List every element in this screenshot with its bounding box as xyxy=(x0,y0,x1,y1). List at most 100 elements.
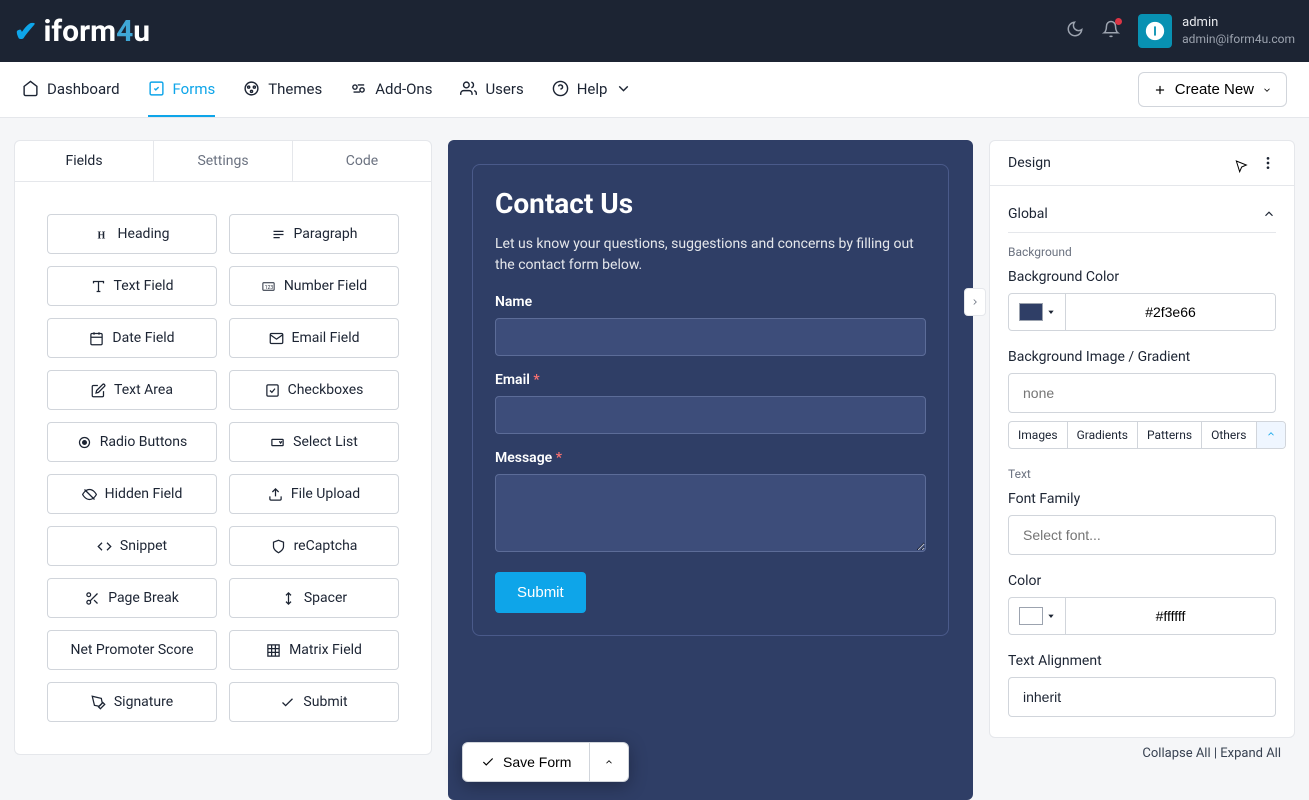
chip-others[interactable]: Others xyxy=(1202,422,1256,448)
left-tabs: Fields Settings Code xyxy=(15,141,431,182)
field-fileupload[interactable]: File Upload xyxy=(229,474,399,514)
form-title: Contact Us xyxy=(495,187,926,220)
svg-text:H: H xyxy=(97,230,105,241)
fields-grid: HHeading Paragraph Text Field 123Number … xyxy=(15,182,431,754)
background-section-label: Background xyxy=(1008,245,1276,259)
bg-source-tabs: Images Gradients Patterns Others xyxy=(1008,421,1286,449)
field-snippet[interactable]: Snippet xyxy=(47,526,217,566)
textcolor-picker[interactable] xyxy=(1009,598,1066,634)
bgimage-label: Background Image / Gradient xyxy=(1008,349,1276,365)
input-name[interactable] xyxy=(495,318,926,356)
field-heading[interactable]: HHeading xyxy=(47,214,217,254)
logo-check-icon: ✔ xyxy=(14,15,37,48)
field-checkboxes[interactable]: Checkboxes xyxy=(229,370,399,410)
input-email[interactable] xyxy=(495,396,926,434)
input-message[interactable] xyxy=(495,474,926,552)
font-select[interactable] xyxy=(1008,515,1276,555)
bgcolor-picker[interactable] xyxy=(1009,294,1066,330)
design-panel-header: Design xyxy=(990,141,1294,186)
align-select[interactable] xyxy=(1008,677,1276,717)
chevron-right-icon xyxy=(970,297,980,307)
field-spacer[interactable]: Spacer xyxy=(229,578,399,618)
save-bar: Save Form xyxy=(462,742,629,782)
form-canvas: Contact Us Let us know your questions, s… xyxy=(448,140,973,800)
bgcolor-input[interactable] xyxy=(1066,294,1275,330)
field-nps[interactable]: Net Promoter Score xyxy=(47,630,217,670)
check-icon xyxy=(481,755,495,769)
nav-addons[interactable]: Add-Ons xyxy=(350,62,432,117)
chevron-down-icon xyxy=(615,80,632,97)
field-paragraph[interactable]: Paragraph xyxy=(229,214,399,254)
cursor-icon xyxy=(1233,159,1249,175)
more-icon[interactable] xyxy=(1260,155,1276,171)
field-signature[interactable]: Signature xyxy=(47,682,217,722)
nav-help[interactable]: Help xyxy=(552,62,633,117)
bgimage-input[interactable] xyxy=(1008,373,1276,413)
field-radio[interactable]: Radio Buttons xyxy=(47,422,217,462)
form-submit-button[interactable]: Submit xyxy=(495,572,586,613)
field-textarea[interactable]: Text Area xyxy=(47,370,217,410)
textcolor-label: Color xyxy=(1008,573,1276,589)
bgcolor-control xyxy=(1008,293,1276,331)
field-recaptcha[interactable]: reCaptcha xyxy=(229,526,399,566)
design-title: Design xyxy=(1008,155,1051,171)
nav-dashboard[interactable]: Dashboard xyxy=(22,62,120,117)
collapse-right-toggle[interactable] xyxy=(964,288,986,316)
label-name: Name xyxy=(495,294,926,310)
chip-gradients[interactable]: Gradients xyxy=(1068,422,1138,448)
form-field-name[interactable]: Name xyxy=(495,294,926,356)
bgcolor-swatch xyxy=(1019,303,1043,321)
notifications-icon[interactable] xyxy=(1102,20,1120,42)
field-emailfield[interactable]: Email Field xyxy=(229,318,399,358)
field-matrix[interactable]: Matrix Field xyxy=(229,630,399,670)
textcolor-input[interactable] xyxy=(1066,598,1275,634)
notification-dot xyxy=(1115,18,1122,25)
create-new-button[interactable]: Create New xyxy=(1138,72,1287,107)
chip-collapse[interactable] xyxy=(1257,422,1285,448)
font-label: Font Family xyxy=(1008,491,1276,507)
field-hidden[interactable]: Hidden Field xyxy=(47,474,217,514)
user-menu[interactable]: admin admin@iform4u.com xyxy=(1138,14,1295,48)
topbar: ✔ iform4u admin admin@iform4u.com xyxy=(0,0,1309,62)
field-numberfield[interactable]: 123Number Field xyxy=(229,266,399,306)
label-email: Email * xyxy=(495,372,926,388)
collapse-all-link[interactable]: Collapse All xyxy=(1142,746,1210,761)
chevron-up-icon xyxy=(1262,207,1276,221)
topbar-right: admin admin@iform4u.com xyxy=(1066,14,1295,48)
textcolor-swatch xyxy=(1019,607,1043,625)
textcolor-control xyxy=(1008,597,1276,635)
field-submit[interactable]: Submit xyxy=(229,682,399,722)
nav-forms[interactable]: Forms xyxy=(148,62,216,117)
save-form-dropdown[interactable] xyxy=(590,742,629,782)
svg-text:123: 123 xyxy=(265,285,274,291)
chip-patterns[interactable]: Patterns xyxy=(1138,422,1202,448)
field-pagebreak[interactable]: Page Break xyxy=(47,578,217,618)
footer-links: Collapse All | Expand All xyxy=(989,738,1295,773)
theme-toggle-icon[interactable] xyxy=(1066,20,1084,42)
save-form-button[interactable]: Save Form xyxy=(462,742,590,782)
text-section-label: Text xyxy=(1008,467,1276,481)
chevron-down-icon xyxy=(1262,85,1272,95)
field-datefield[interactable]: Date Field xyxy=(47,318,217,358)
global-section-toggle[interactable]: Global xyxy=(1008,200,1276,233)
chevron-up-icon xyxy=(1266,429,1276,439)
form-field-message[interactable]: Message * xyxy=(495,450,926,556)
field-textfield[interactable]: Text Field xyxy=(47,266,217,306)
form-container[interactable]: Contact Us Let us know your questions, s… xyxy=(472,164,949,636)
nav-themes[interactable]: Themes xyxy=(243,62,322,117)
left-panel: Fields Settings Code HHeading Paragraph … xyxy=(14,140,432,755)
nav-users[interactable]: Users xyxy=(460,62,523,117)
design-panel: Design Global Background Background Colo… xyxy=(989,140,1295,738)
expand-all-link[interactable]: Expand All xyxy=(1220,746,1281,761)
tab-fields[interactable]: Fields xyxy=(15,141,154,181)
tab-code[interactable]: Code xyxy=(293,141,431,181)
user-email: admin@iform4u.com xyxy=(1182,32,1295,48)
tab-settings[interactable]: Settings xyxy=(154,141,293,181)
bgcolor-label: Background Color xyxy=(1008,269,1276,285)
chip-images[interactable]: Images xyxy=(1009,422,1068,448)
form-field-email[interactable]: Email * xyxy=(495,372,926,434)
logo[interactable]: ✔ iform4u xyxy=(14,14,150,49)
form-description: Let us know your questions, suggestions … xyxy=(495,234,926,276)
field-select[interactable]: Select List xyxy=(229,422,399,462)
caret-down-icon xyxy=(1047,308,1055,316)
